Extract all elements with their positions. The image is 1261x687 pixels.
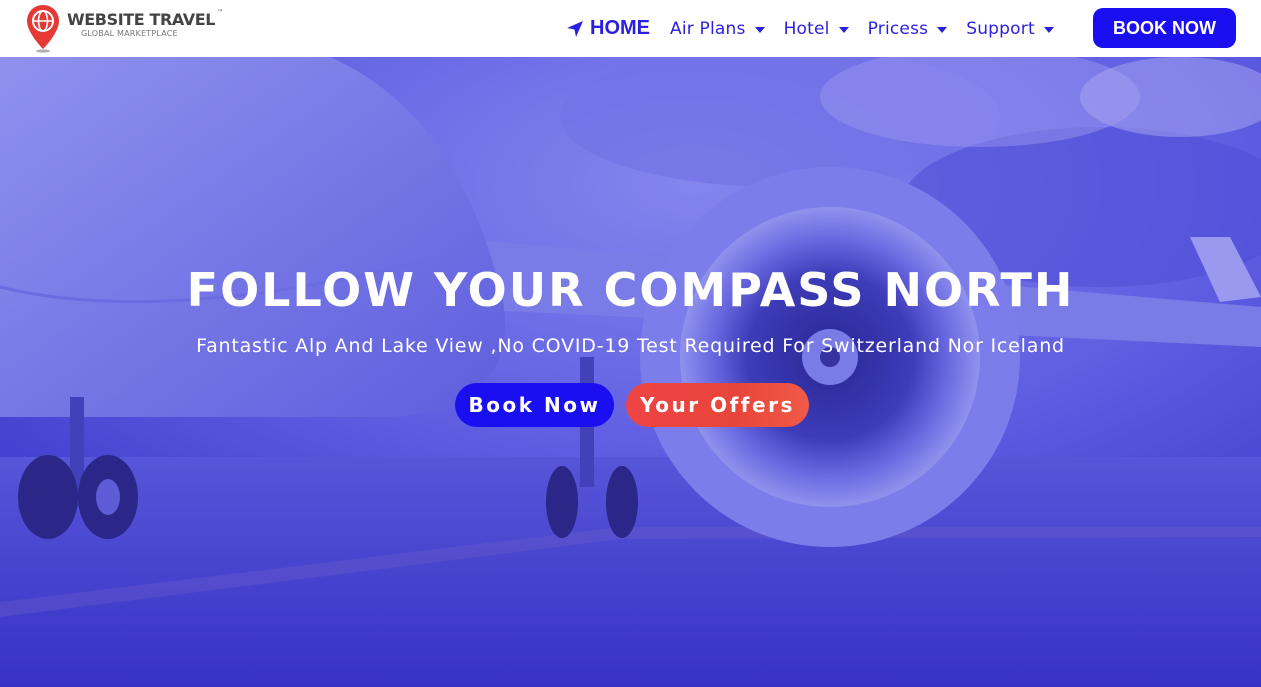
nav-item-support[interactable]: Support [966, 19, 1054, 39]
nav-item-air-plans[interactable]: Air Plans [670, 19, 765, 39]
brand-name: WEBSITE TRAVEL [67, 10, 216, 29]
hero-button-group: Book Now Your Offers [0, 383, 1261, 427]
trademark-mark: ™ [217, 9, 224, 16]
nav-item-label: Support [966, 18, 1035, 39]
nav-item-label: Air Plans [670, 18, 746, 39]
book-now-header-button[interactable]: BOOK NOW [1093, 8, 1236, 48]
globe-pin-icon [27, 5, 59, 53]
site-header: WEBSITE TRAVEL ™ GLOBAL MARKETPLACE HOME… [0, 0, 1261, 57]
caret-down-icon [1043, 27, 1054, 33]
your-offers-button[interactable]: Your Offers [626, 383, 809, 427]
caret-down-icon [754, 27, 765, 33]
hero-title: FOLLOW YOUR COMPASS NORTH [186, 263, 1075, 317]
hero-content: FOLLOW YOUR COMPASS NORTH Fantastic Alp … [0, 262, 1261, 427]
brand-logo[interactable]: WEBSITE TRAVEL ™ GLOBAL MARKETPLACE [25, 3, 223, 53]
nav-item-home[interactable]: HOME [565, 17, 650, 40]
nav-item-label: Hotel [783, 18, 830, 39]
location-arrow-icon [567, 20, 583, 37]
nav-item-label: Pricess [867, 18, 929, 39]
main-nav: HOME Air Plans Hotel Pricess Support [565, 0, 1073, 57]
hero-banner: FOLLOW YOUR COMPASS NORTH Fantastic Alp … [0, 57, 1261, 687]
brand-tagline: GLOBAL MARKETPLACE [81, 29, 178, 38]
caret-down-icon [838, 27, 849, 33]
caret-down-icon [937, 27, 948, 33]
nav-item-pricess[interactable]: Pricess [868, 19, 948, 39]
nav-home-label: HOME [590, 17, 650, 39]
book-now-button[interactable]: Book Now [455, 383, 614, 427]
nav-item-hotel[interactable]: Hotel [784, 19, 849, 39]
hero-subtitle: Fantastic Alp And Lake View ,No COVID-19… [196, 335, 1065, 357]
brand-text: WEBSITE TRAVEL ™ GLOBAL MARKETPLACE [67, 9, 223, 39]
